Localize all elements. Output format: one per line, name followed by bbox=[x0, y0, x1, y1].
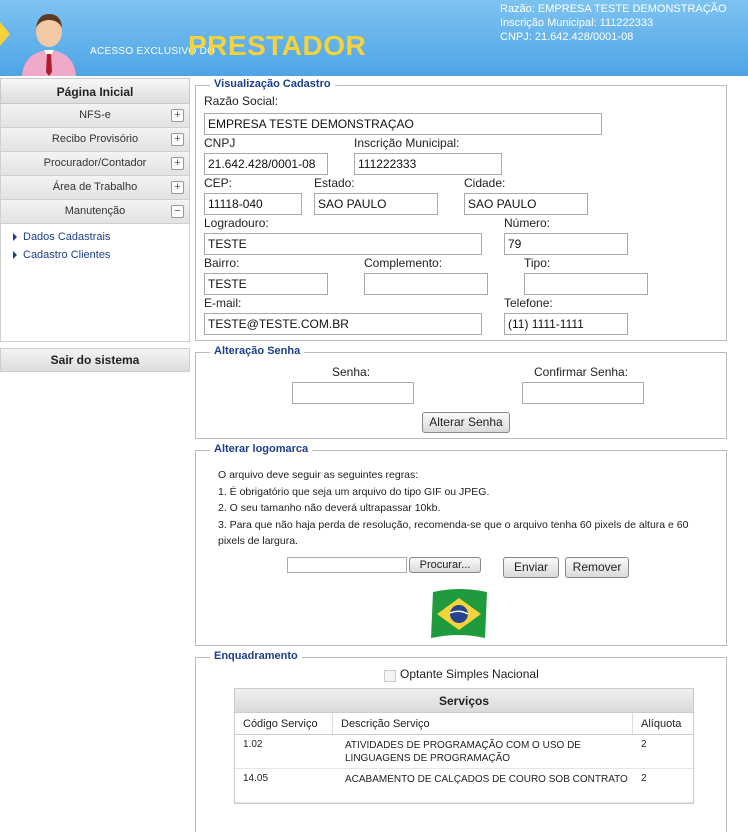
logradouro-label: Logradouro: bbox=[204, 216, 269, 230]
table-header-row: Código Serviço Descrição Serviço Alíquot… bbox=[235, 713, 693, 735]
logo-rules: O arquivo deve seguir as seguintes regra… bbox=[218, 467, 716, 550]
rule-1: 1. É obrigatório que seja um arquivo do … bbox=[218, 485, 490, 498]
cadastro-panel: Visualização Cadastro Razão Social: CNPJ… bbox=[195, 78, 727, 341]
telefone-label: Telefone: bbox=[504, 296, 553, 310]
cadastro-legend: Visualização Cadastro bbox=[210, 78, 335, 90]
expand-icon[interactable]: + bbox=[171, 181, 184, 194]
servicos-table: Serviços Código Serviço Descrição Serviç… bbox=[234, 688, 694, 804]
senha-label: Senha: bbox=[332, 365, 371, 379]
submenu-label: Dados Cadastrais bbox=[23, 231, 111, 243]
aliquota-cell: 2 bbox=[641, 739, 647, 750]
browse-button[interactable]: Procurar... bbox=[409, 557, 481, 573]
sidebar-item-label: Recibo Provisório bbox=[51, 133, 139, 145]
razao-social-field[interactable] bbox=[204, 113, 602, 135]
codigo-cell: 1.02 bbox=[243, 739, 263, 750]
bairro-field[interactable] bbox=[204, 273, 328, 295]
descricao-cell: ATIVIDADES DE PROGRAMAÇÃO COM O USO DE L… bbox=[345, 740, 581, 764]
logomarca-legend: Alterar logomarca bbox=[210, 443, 313, 455]
inscricao-label: Inscrição Municipal: bbox=[354, 136, 460, 150]
table-row[interactable]: 14.05 ACABAMENTO DE CALÇADOS DE COURO SO… bbox=[235, 769, 693, 803]
sidebar-item-manutencao[interactable]: Manutenção − bbox=[0, 200, 190, 224]
sidebar-item-recibo[interactable]: Recibo Provisório + bbox=[0, 128, 190, 152]
complemento-label: Complemento: bbox=[364, 256, 443, 270]
column-header-descricao[interactable]: Descrição Serviço bbox=[333, 713, 633, 734]
telefone-field[interactable] bbox=[504, 313, 628, 335]
sidebar-item-nfse[interactable]: NFS-e + bbox=[0, 104, 190, 128]
company-info: Razão: EMPRESA TESTE DEMONSTRAÇÃO Inscri… bbox=[500, 2, 740, 44]
column-header-codigo[interactable]: Código Serviço bbox=[235, 713, 333, 734]
expand-icon[interactable]: + bbox=[171, 157, 184, 170]
aliquota-cell: 2 bbox=[641, 773, 647, 784]
submenu-label: Cadastro Clientes bbox=[23, 249, 111, 261]
servicos-title: Serviços bbox=[235, 689, 693, 713]
cep-field[interactable] bbox=[204, 193, 302, 215]
sidebar-item-label: Área de Trabalho bbox=[52, 181, 138, 193]
sidebar-item-label: Manutenção bbox=[64, 205, 126, 217]
senha-panel: Alteração Senha Senha: Confirmar Senha: … bbox=[195, 345, 727, 439]
email-label: E-mail: bbox=[204, 296, 242, 310]
expand-icon[interactable]: + bbox=[171, 109, 184, 122]
header-banner: ACESSO EXCLUSIVO DO PRESTADOR Razão: EMP… bbox=[0, 0, 748, 76]
estado-label: Estado: bbox=[314, 176, 355, 190]
cnpj-field[interactable] bbox=[204, 153, 328, 175]
brand-title: PRESTADOR bbox=[188, 30, 367, 61]
numero-field[interactable] bbox=[504, 233, 628, 255]
numero-label: Número: bbox=[504, 216, 551, 230]
arrow-right-icon bbox=[13, 233, 17, 241]
provider-avatar-icon bbox=[22, 14, 76, 76]
complemento-field[interactable] bbox=[364, 273, 488, 295]
sidebar: Página Inicial NFS-e + Recibo Provisório… bbox=[0, 78, 190, 372]
bairro-label: Bairro: bbox=[204, 256, 240, 270]
simples-nacional-checkbox[interactable] bbox=[384, 670, 396, 682]
enquadramento-legend: Enquadramento bbox=[210, 650, 302, 662]
table-row[interactable]: 1.02 ATIVIDADES DE PROGRAMAÇÃO COM O USO… bbox=[235, 735, 693, 769]
enquadramento-panel: Enquadramento Optante Simples Nacional S… bbox=[195, 650, 727, 832]
cep-label: CEP: bbox=[204, 176, 233, 190]
tipo-label: Tipo: bbox=[524, 256, 551, 270]
collapse-icon[interactable]: − bbox=[171, 205, 184, 218]
expand-icon[interactable]: + bbox=[171, 133, 184, 146]
enviar-button[interactable]: Enviar bbox=[503, 557, 559, 578]
cidade-label: Cidade: bbox=[464, 176, 506, 190]
tipo-field[interactable] bbox=[524, 273, 648, 295]
company-inscricao: Inscrição Municipal: 111222333 bbox=[500, 17, 654, 29]
senha-legend: Alteração Senha bbox=[210, 345, 305, 357]
company-name: Razão: EMPRESA TESTE DEMONSTRAÇÃO bbox=[500, 3, 727, 15]
sidebar-item-label: NFS-e bbox=[79, 109, 111, 121]
codigo-cell: 14.05 bbox=[243, 773, 269, 784]
company-cnpj: CNPJ: 21.642.428/0001-08 bbox=[500, 31, 634, 43]
arrow-right-icon bbox=[13, 251, 17, 259]
descricao-cell: ACABAMENTO DE CALÇADOS DE COURO SOB CONT… bbox=[345, 774, 628, 785]
submenu-cadastro-clientes[interactable]: Cadastro Clientes bbox=[1, 246, 189, 264]
submenu-dados-cadastrais[interactable]: Dados Cadastrais bbox=[1, 228, 189, 246]
file-path-field[interactable] bbox=[287, 557, 407, 573]
cnpj-label: CNPJ bbox=[204, 136, 236, 150]
rule-3: 3. Para que não haja perda de resolução,… bbox=[218, 518, 689, 548]
sidebar-submenu: Dados Cadastrais Cadastro Clientes bbox=[0, 224, 190, 342]
sidebar-item-label: Procurador/Contador bbox=[43, 157, 147, 169]
simples-nacional-label: Optante Simples Nacional bbox=[400, 667, 539, 681]
email-field[interactable] bbox=[204, 313, 482, 335]
remover-button[interactable]: Remover bbox=[565, 557, 629, 578]
rule-2: 2. O seu tamanho não deverá ultrapassar … bbox=[218, 502, 441, 514]
sidebar-home-link[interactable]: Página Inicial bbox=[0, 78, 190, 104]
rule-intro: O arquivo deve seguir as seguintes regra… bbox=[218, 469, 419, 481]
sidebar-item-area-trabalho[interactable]: Área de Trabalho + bbox=[0, 176, 190, 200]
sidebar-item-procurador[interactable]: Procurador/Contador + bbox=[0, 152, 190, 176]
column-header-aliquota[interactable]: Alíquota bbox=[633, 713, 693, 734]
logomarca-panel: Alterar logomarca O arquivo deve seguir … bbox=[195, 443, 727, 646]
confirmar-senha-label: Confirmar Senha: bbox=[534, 365, 629, 379]
cidade-field[interactable] bbox=[464, 193, 588, 215]
razao-label: Razão Social: bbox=[204, 94, 279, 108]
senha-field[interactable] bbox=[292, 382, 414, 404]
inscricao-field[interactable] bbox=[354, 153, 502, 175]
arrow-decoration-icon bbox=[0, 22, 10, 46]
logradouro-field[interactable] bbox=[204, 233, 482, 255]
estado-field[interactable] bbox=[314, 193, 438, 215]
logout-button[interactable]: Sair do sistema bbox=[0, 348, 190, 372]
brazil-flag-logo bbox=[431, 589, 487, 638]
alterar-senha-button[interactable]: Alterar Senha bbox=[422, 412, 510, 433]
confirmar-senha-field[interactable] bbox=[522, 382, 644, 404]
